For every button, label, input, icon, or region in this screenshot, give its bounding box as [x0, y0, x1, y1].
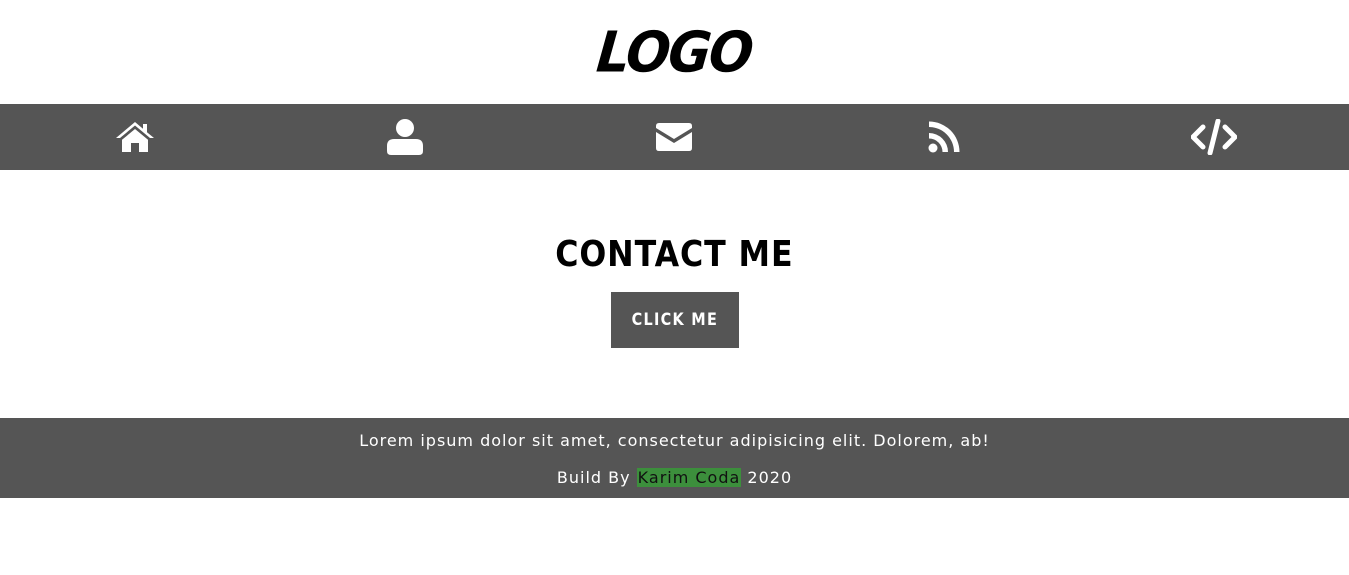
nav-item-user[interactable] — [270, 104, 540, 170]
user-icon — [386, 119, 423, 155]
click-me-button[interactable]: CLICK ME — [610, 292, 739, 348]
footer-author[interactable]: Karim Coda — [636, 468, 742, 487]
main-nav — [0, 104, 1349, 170]
footer-text: Lorem ipsum dolor sit amet, consectetur … — [359, 431, 990, 450]
nav-item-contact[interactable] — [540, 104, 810, 170]
page-title: CONTACT ME — [555, 234, 794, 275]
site-header: LOGO — [0, 0, 1349, 104]
click-me-button-label: CLICK ME — [631, 310, 718, 330]
nav-item-code[interactable] — [1079, 104, 1349, 170]
footer-credit: Build By Karim Coda 2020 — [0, 468, 1349, 488]
nav-item-feed[interactable] — [809, 104, 1079, 170]
footer-year: 2020 — [747, 468, 793, 487]
envelope-icon — [656, 123, 693, 151]
footer-build-prefix: Build By — [556, 468, 631, 487]
nav-item-home[interactable] — [0, 104, 270, 170]
code-icon — [1191, 119, 1238, 155]
logo[interactable]: LOGO — [594, 21, 755, 86]
rss-icon — [928, 121, 960, 153]
site-footer: Lorem ipsum dolor sit amet, consectetur … — [0, 418, 1349, 498]
main-content: CONTACT ME CLICK ME — [0, 170, 1349, 418]
home-icon — [115, 122, 154, 152]
